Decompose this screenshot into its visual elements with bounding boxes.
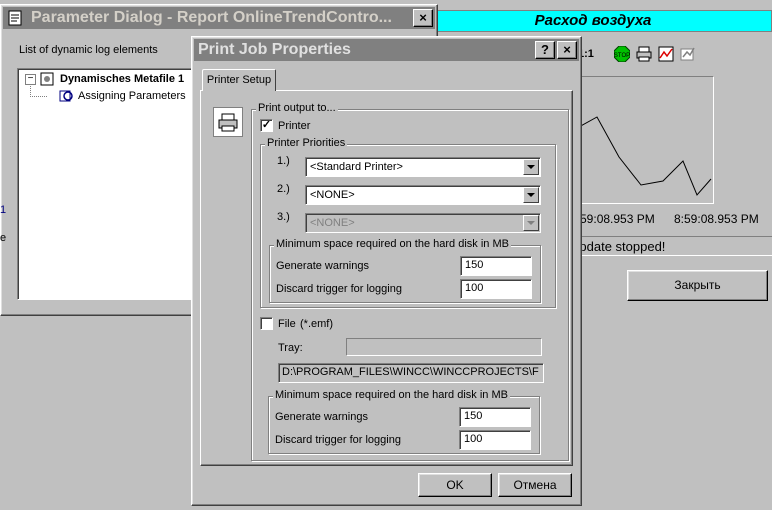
printer-discard-trigger-input[interactable]: 100	[460, 279, 532, 299]
priority-2-num: 2.)	[277, 183, 290, 195]
file-path-input: D:\PROGRAM_FILES\WINCC\WINCCPROJECTS\F	[278, 363, 544, 383]
parameter-dialog-title: Parameter Dialog - Report OnlineTrendCon…	[31, 9, 392, 26]
print-job-title: Print Job Properties	[198, 41, 351, 58]
chart-icon[interactable]	[658, 46, 674, 62]
chevron-down-icon	[523, 215, 539, 231]
close-icon: ×	[419, 10, 427, 25]
file-discard-trigger-input[interactable]: 100	[459, 430, 531, 450]
file-checkbox-label: File	[278, 318, 296, 330]
print-job-close-button[interactable]: ×	[557, 41, 577, 59]
print-output-group: Print output to... ✓ Printer Printer Pri…	[251, 102, 569, 461]
file-checkbox[interactable]	[260, 317, 273, 330]
priority-2-select[interactable]: <NONE>	[305, 185, 541, 205]
list-label: List of dynamic log elements	[19, 44, 158, 56]
log-elements-tree[interactable]: − Dynamisches Metafile 1 Assigning Param…	[17, 68, 193, 300]
side-letter-1: 1	[0, 204, 7, 216]
time-label-left: 8:59:08.953 PM	[570, 212, 655, 226]
priority-3-num: 3.)	[277, 211, 290, 223]
tree-root-label[interactable]: Dynamisches Metafile 1	[60, 73, 184, 85]
trend-caption-bar: Расход воздуха	[414, 10, 772, 32]
parameter-dialog-close-button[interactable]: ×	[413, 9, 433, 27]
assigning-parameters-icon	[58, 89, 74, 103]
parameter-dialog-titlebar: Parameter Dialog - Report OnlineTrendCon…	[3, 7, 435, 29]
tree-line	[30, 84, 47, 97]
ok-button[interactable]: OK	[418, 473, 492, 497]
file-generate-warnings-label: Generate warnings	[275, 411, 368, 423]
file-discard-trigger-label: Discard trigger for logging	[275, 434, 401, 446]
close-icon: ×	[563, 42, 571, 57]
time-label-right: 8:59:08.953 PM	[674, 212, 759, 226]
printer-priorities-label: Printer Priorities	[265, 137, 348, 149]
trend-caption-text: Расход воздуха	[534, 12, 652, 29]
chevron-down-icon[interactable]	[523, 159, 539, 175]
print-job-titlebar: Print Job Properties ? ×	[194, 39, 579, 61]
ok-button-label: OK	[446, 478, 464, 492]
priority-1-select[interactable]: <Standard Printer>	[305, 157, 541, 177]
min-space-file-group: Minimum space required on the hard disk …	[268, 389, 540, 454]
tray-input	[346, 338, 542, 356]
svg-text:STOP: STOP	[614, 53, 630, 59]
printer-checkbox-label: Printer	[278, 120, 311, 132]
printer-generate-warnings-input[interactable]: 150	[460, 256, 532, 276]
close-button-ru-label: Закрыть	[674, 278, 721, 292]
printer-checkbox[interactable]: ✓	[260, 119, 273, 132]
priority-3-select: <NONE>	[305, 213, 541, 233]
printer-icon	[213, 107, 243, 137]
print-output-label: Print output to...	[256, 102, 338, 114]
parameter-dialog-icon	[7, 10, 25, 26]
export-icon[interactable]	[680, 46, 696, 62]
tab-printer-setup[interactable]: Printer Setup	[202, 69, 276, 91]
stop-icon[interactable]: STOP	[613, 45, 631, 63]
printer-priorities-group: Printer Priorities 1.) <Standard Printer…	[260, 137, 556, 308]
tab-panel: Print output to... ✓ Printer Printer Pri…	[200, 90, 573, 466]
side-letter-2: e	[0, 232, 7, 244]
min-space-printer-label: Minimum space required on the hard disk …	[274, 238, 511, 250]
file-ext-label: (*.emf)	[300, 318, 333, 330]
printer-discard-trigger-label: Discard trigger for logging	[276, 283, 402, 295]
status-text: Update stopped!	[578, 239, 666, 254]
priority-1-num: 1.)	[277, 155, 290, 167]
trend-line	[578, 116, 712, 196]
trend-plot	[578, 76, 714, 204]
cancel-button-label: Отмена	[513, 478, 557, 492]
file-generate-warnings-input[interactable]: 150	[459, 407, 531, 427]
close-button-ru[interactable]: Закрыть	[627, 270, 768, 301]
print-icon[interactable]	[636, 46, 652, 62]
min-space-file-label: Minimum space required on the hard disk …	[273, 389, 510, 401]
tree-child-label[interactable]: Assigning Parameters	[78, 90, 186, 102]
min-space-printer-group: Minimum space required on the hard disk …	[269, 238, 541, 303]
printer-generate-warnings-label: Generate warnings	[276, 260, 369, 272]
print-job-dialog: Print Job Properties ? × Printer Setup P…	[191, 36, 582, 506]
chevron-down-icon[interactable]	[523, 187, 539, 203]
trend-toolbar: 1:1 STOP	[578, 44, 772, 66]
tab-label: Printer Setup	[206, 74, 272, 86]
help-button[interactable]: ?	[535, 41, 555, 59]
tray-label: Tray:	[278, 342, 303, 354]
status-bar: Update stopped!	[578, 236, 772, 256]
help-icon: ?	[541, 42, 549, 57]
cancel-button[interactable]: Отмена	[498, 473, 572, 497]
